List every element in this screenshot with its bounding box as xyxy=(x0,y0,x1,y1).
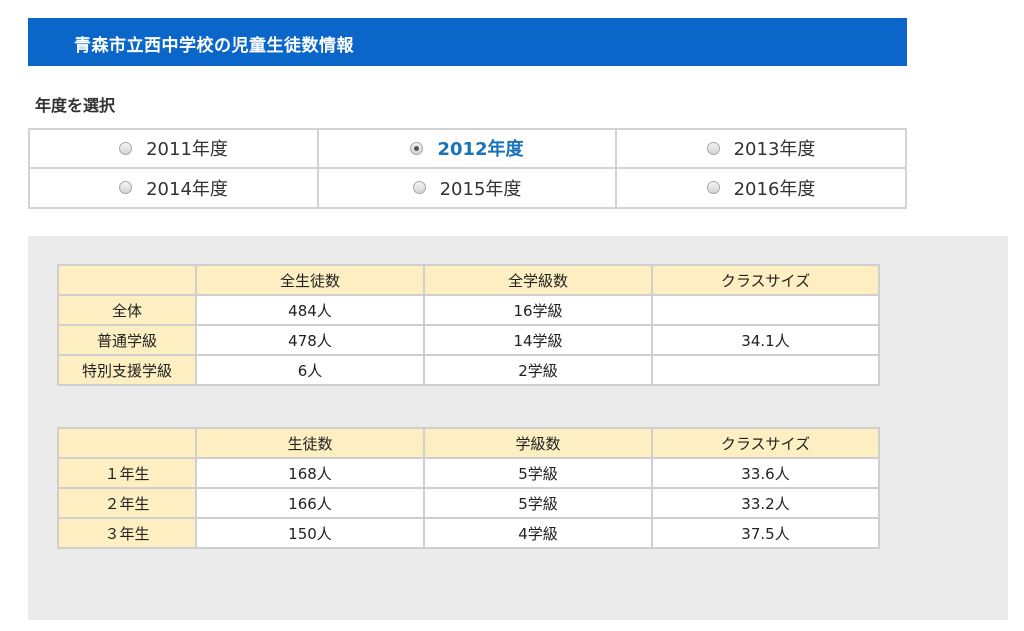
year-option-label: 2014年度 xyxy=(146,178,228,200)
table-header-cell: 全学級数 xyxy=(423,264,653,296)
table-header-cell xyxy=(57,427,197,459)
table-cell: 37.5人 xyxy=(651,517,880,549)
table-cell: 2学級 xyxy=(423,354,653,386)
grade-stats-table: 生徒数 学級数 クラスサイズ １年生 168人 5学級 33.6人 ２年生 16… xyxy=(57,427,880,549)
year-option-2011[interactable]: 2011年度 xyxy=(30,130,319,169)
table-cell: 33.6人 xyxy=(651,457,880,489)
table-cell: 14学級 xyxy=(423,324,653,356)
table-header-cell: 学級数 xyxy=(423,427,653,459)
table-row: ２年生 166人 5学級 33.2人 xyxy=(57,487,880,519)
year-option-label: 2012年度 xyxy=(437,139,524,161)
year-option-2014[interactable]: 2014年度 xyxy=(30,168,319,207)
row-label-cell: ２年生 xyxy=(57,487,197,519)
row-label-cell: 普通学級 xyxy=(57,324,197,356)
table-cell: 34.1人 xyxy=(651,324,880,356)
year-option-label: 2011年度 xyxy=(146,139,228,161)
page-title: 青森市立西中学校の児童生徒数情報 xyxy=(74,36,354,56)
radio-button-icon[interactable] xyxy=(119,181,133,195)
table-cell: 484人 xyxy=(195,294,425,326)
table-cell: 5学級 xyxy=(423,487,653,519)
row-label-cell: 全体 xyxy=(57,294,197,326)
table-cell: 5学級 xyxy=(423,457,653,489)
table-cell: 168人 xyxy=(195,457,425,489)
radio-button-icon[interactable] xyxy=(412,181,426,195)
table-cell: 478人 xyxy=(195,324,425,356)
table-row: 全体 484人 16学級 xyxy=(57,294,880,326)
radio-button-icon[interactable] xyxy=(706,141,720,155)
year-option-2012[interactable]: 2012年度 xyxy=(319,130,617,169)
year-option-2015[interactable]: 2015年度 xyxy=(319,168,617,207)
table-cell: 150人 xyxy=(195,517,425,549)
table-cell: 16学級 xyxy=(423,294,653,326)
table-row: １年生 168人 5学級 33.6人 xyxy=(57,457,880,489)
row-label-cell: １年生 xyxy=(57,457,197,489)
total-stats-table: 全生徒数 全学級数 クラスサイズ 全体 484人 16学級 普通学級 478人 … xyxy=(57,264,880,386)
table-header-row: 生徒数 学級数 クラスサイズ xyxy=(57,427,880,459)
table-row: 普通学級 478人 14学級 34.1人 xyxy=(57,324,880,356)
page-header: 青森市立西中学校の児童生徒数情報 xyxy=(28,18,907,66)
radio-button-icon[interactable] xyxy=(119,141,133,155)
year-option-label: 2013年度 xyxy=(733,139,816,161)
year-option-label: 2016年度 xyxy=(733,178,816,200)
year-option-2016[interactable]: 2016年度 xyxy=(617,169,905,208)
year-option-2013[interactable]: 2013年度 xyxy=(617,130,905,169)
table-row: 特別支援学級 6人 2学級 xyxy=(57,354,880,386)
radio-button-icon[interactable] xyxy=(706,181,720,195)
table-header-cell: 生徒数 xyxy=(195,427,425,459)
table-row: ３年生 150人 4学級 37.5人 xyxy=(57,517,880,549)
table-cell: 4学級 xyxy=(423,517,653,549)
year-select-label: 年度を選択 xyxy=(35,96,116,115)
table-cell: 33.2人 xyxy=(651,487,880,519)
year-option-label: 2015年度 xyxy=(439,178,522,200)
table-header-cell: 全生徒数 xyxy=(195,264,425,296)
stats-panel: 全生徒数 全学級数 クラスサイズ 全体 484人 16学級 普通学級 478人 … xyxy=(28,236,1008,620)
row-label-cell: ３年生 xyxy=(57,517,197,549)
table-header-cell: クラスサイズ xyxy=(651,264,880,296)
table-cell: 6人 xyxy=(195,354,425,386)
table-cell xyxy=(651,294,880,326)
table-cell xyxy=(651,354,880,386)
radio-button-icon[interactable] xyxy=(410,141,424,155)
table-header-cell xyxy=(57,264,197,296)
year-radio-group: 2011年度 2012年度 2013年度 2014年度 2015年度 2016年… xyxy=(28,128,907,209)
table-header-cell: クラスサイズ xyxy=(651,427,880,459)
table-header-row: 全生徒数 全学級数 クラスサイズ xyxy=(57,264,880,296)
table-cell: 166人 xyxy=(195,487,425,519)
row-label-cell: 特別支援学級 xyxy=(57,354,197,386)
